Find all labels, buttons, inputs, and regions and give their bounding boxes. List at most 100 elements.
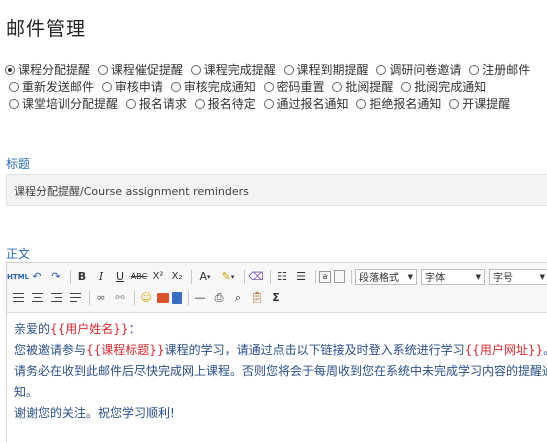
toolbar-row-1: HTML ↶ ↷ B I U ABC X² X₂ A ▾ ✎ ▾ ⌫ ☷ ☰ a 段… [7,266,547,287]
radio-circle-icon[interactable] [401,82,412,92]
underline-button[interactable]: U [112,269,128,285]
unordered-list-icon[interactable]: ☰ [293,269,309,285]
template-radio-option[interactable]: 审核申请 [98,80,163,94]
template-radio-label: 课程催促提醒 [110,63,183,77]
template-radio-label: 批阅完成通知 [414,80,487,94]
font-size-select[interactable]: 字号 ▼ [489,268,547,285]
template-radio-option[interactable]: 报名待定 [191,97,256,111]
template-radio-label: 通过报名通知 [276,97,349,111]
align-left-icon[interactable] [10,290,26,306]
redo-icon[interactable]: ↷ [48,269,64,285]
template-radio-option[interactable]: 批阅完成通知 [397,80,486,94]
undo-icon[interactable]: ↶ [29,269,45,285]
ordered-list-icon[interactable]: ☷ [274,269,290,285]
radio-circle-icon[interactable] [101,82,112,92]
radio-circle-icon[interactable] [125,99,136,109]
placeholder-course-title: {{课程标题}} [86,343,165,357]
horizontal-rule-icon[interactable]: — [192,290,208,306]
template-radio-label: 开课提醒 [462,97,511,111]
template-radio-label: 重新发送邮件 [22,80,95,94]
bold-button[interactable]: B [74,269,90,285]
align-center-icon[interactable] [29,290,45,306]
font-family-select[interactable]: 字体 ▼ [421,268,485,285]
rich-text-editor: HTML ↶ ↷ B I U ABC X² X₂ A ▾ ✎ ▾ ⌫ ☷ ☰ a 段… [6,262,547,442]
thanks-line: 谢谢您的关注。祝您学习顺利! [14,406,175,420]
placeholder-user-url: {{用户网址}} [464,343,544,357]
emoticon-icon[interactable]: ☺ [138,290,154,306]
radio-circle-icon[interactable] [283,65,294,75]
template-radio-option[interactable]: 课程完成提醒 [187,63,276,77]
template-radio-label: 审核完成通知 [183,80,256,94]
unlink-icon[interactable]: ⚯ [112,290,128,306]
subscript-button[interactable]: X₂ [169,269,185,285]
highlight-color-icon[interactable]: ✎ ▾ [218,269,238,285]
paste-icon[interactable]: 📋︎ [249,290,265,306]
radio-circle-icon[interactable] [97,65,108,75]
template-radio-label: 调研问卷邀请 [389,63,462,77]
template-radio-label: 报名请求 [138,97,187,111]
template-radio-option[interactable]: 通过报名通知 [260,97,349,111]
print-icon[interactable]: ⎙ [211,290,227,306]
radio-circle-icon[interactable] [356,99,367,109]
template-radio-option[interactable]: 拒绝报名通知 [352,97,441,111]
template-radio-option[interactable]: 课程催促提醒 [94,63,183,77]
invitation-line: 您被邀请参与{{课程标题}}课程的学习，请通过点击以下链接及时登入系统进行学习{… [14,343,547,357]
radio-circle-icon[interactable] [5,65,15,75]
template-radio-label: 课程到期提醒 [296,63,369,77]
radio-circle-icon[interactable] [9,99,19,109]
radio-circle-icon[interactable] [194,99,205,109]
insert-video-icon[interactable] [172,291,182,304]
template-radio-option[interactable]: 密码重置 [260,80,325,94]
template-radio-label: 课程分配提醒 [18,63,91,77]
template-radio-label: 课堂培训分配提醒 [22,97,119,111]
editor-content[interactable]: 亲爱的{{用户姓名}}： 您被邀请参与{{课程标题}}课程的学习，请通过点击以下… [7,313,547,430]
align-right-icon[interactable] [48,290,64,306]
sigma-icon[interactable]: Σ [268,290,284,306]
placeholder-user-name: {{用户姓名}} [50,322,129,336]
template-radio-option[interactable]: 审核完成通知 [167,80,256,94]
italic-button[interactable]: I [93,269,109,285]
radio-circle-icon[interactable] [263,99,274,109]
radio-circle-icon[interactable] [170,82,181,92]
radio-circle-icon[interactable] [332,82,343,92]
greeting-line: 亲爱的{{用户姓名}}： [14,322,141,336]
strikethrough-button[interactable]: ABC [131,269,147,285]
template-radio-option[interactable]: 报名请求 [122,97,187,111]
template-radio-option[interactable]: 开课提醒 [445,97,510,111]
insert-image-icon[interactable] [157,292,169,303]
template-radio-option[interactable]: 课程分配提醒 [5,63,90,77]
eraser-icon[interactable]: ⌫ [248,269,264,285]
template-radio-option[interactable]: 注册邮件 [465,63,530,77]
template-radio-label: 审核申请 [114,80,163,94]
radio-circle-icon[interactable] [263,82,274,92]
template-radio-option[interactable]: 重新发送邮件 [5,80,94,94]
superscript-button[interactable]: X² [150,269,166,285]
template-radio-label: 课程完成提醒 [203,63,276,77]
link-icon[interactable]: ∞ [93,290,109,306]
template-radio-option[interactable]: 批阅提醒 [328,80,393,94]
select-all-icon[interactable] [334,270,345,283]
paragraph-format-select[interactable]: 段落格式 ▼ [355,268,417,285]
radio-circle-icon[interactable] [469,65,480,75]
radio-circle-icon[interactable] [376,65,387,75]
template-radio-label: 报名待定 [207,97,256,111]
subject-input[interactable]: 课程分配提醒/Course assignment reminders [6,174,547,206]
reminder-line: 请务必在收到此邮件后尽快完成网上课程。否则您将会于每周收到您在系统中未完成学习内… [14,364,547,399]
template-radio-option[interactable]: 调研问卷邀请 [372,63,461,77]
template-radio-label: 注册邮件 [482,63,531,77]
radio-circle-icon[interactable] [190,65,201,75]
preview-icon[interactable]: ⌕ [230,290,246,306]
radio-circle-icon[interactable] [9,82,19,92]
toolbar-row-2: ∞ ⚯ ☺ — ⎙ ⌕ 📋︎ Σ [10,287,547,308]
template-radio-option[interactable]: 课程到期提醒 [280,63,369,77]
font-color-button[interactable]: A ▾ [195,269,215,285]
editor-toolbar: HTML ↶ ↷ B I U ABC X² X₂ A ▾ ✎ ▾ ⌫ ☷ ☰ a 段… [7,263,547,313]
html-source-icon[interactable]: HTML [7,269,29,285]
template-radio-group: 课程分配提醒 课程催促提醒 课程完成提醒 课程到期提醒 调研问卷邀请 注册邮件 … [5,62,547,113]
align-justify-icon[interactable] [67,290,83,306]
template-radio-option[interactable]: 课堂培训分配提醒 [5,97,118,111]
template-radio-label: 拒绝报名通知 [369,97,442,111]
insert-char-icon[interactable]: a [319,270,331,283]
subject-label: 标题 [6,157,31,171]
radio-circle-icon[interactable] [449,99,460,109]
